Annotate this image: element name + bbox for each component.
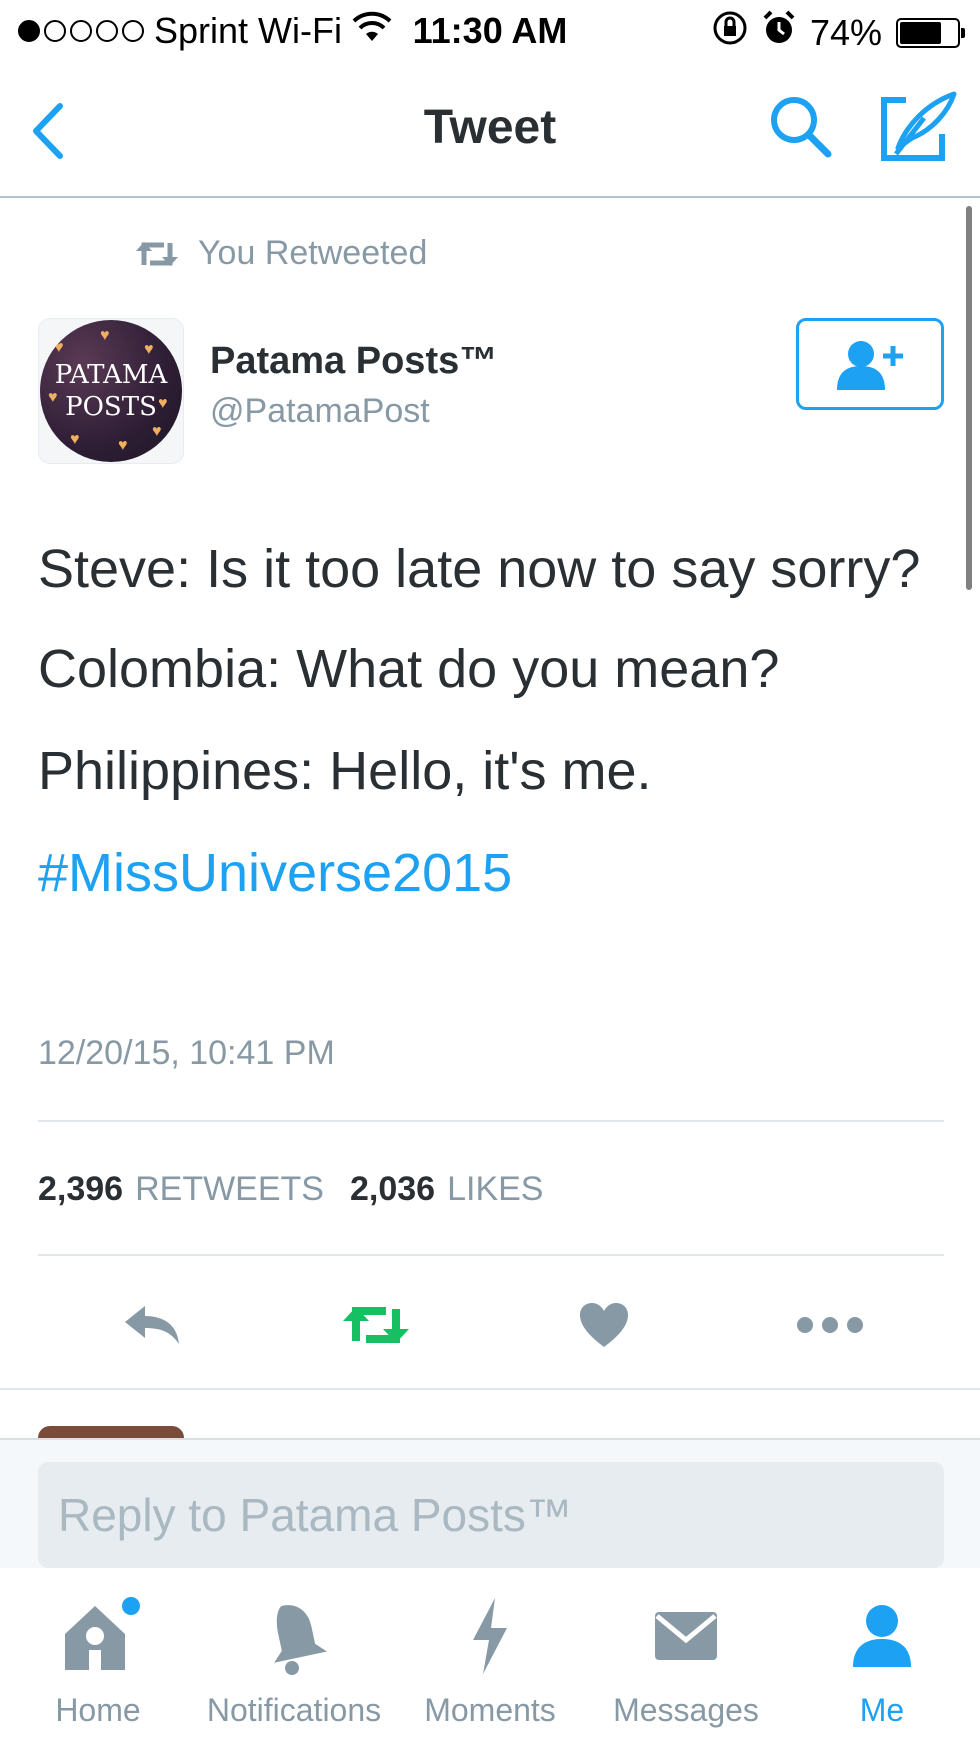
tab-label: Moments [424, 1692, 556, 1728]
tweet-line: Colombia: What do you mean? [38, 639, 780, 699]
avatar-logo-line2: POSTS [65, 392, 157, 422]
follow-button[interactable] [796, 318, 944, 410]
retweet-button[interactable] [336, 1290, 416, 1360]
retweet-icon [136, 241, 178, 266]
likes-label: LIKES [447, 1170, 544, 1208]
like-button[interactable] [564, 1290, 644, 1360]
tweet-stats: 2,396 RETWEETS 2,036 LIKES [38, 1170, 543, 1209]
tweet-actions [0, 1290, 980, 1360]
signal-dot [122, 20, 144, 42]
scroll-indicator [966, 206, 972, 590]
carrier-name: Sprint Wi-Fi [154, 10, 342, 51]
compose-icon [881, 91, 957, 161]
signal-strength [18, 20, 144, 42]
signal-dot [70, 20, 92, 42]
tab-notifications[interactable]: Notifications [196, 1570, 392, 1740]
next-tweet-peek [0, 1390, 980, 1440]
add-user-icon [837, 341, 903, 390]
tab-icon-wrap [196, 1596, 392, 1676]
more-icon [797, 1317, 863, 1333]
author-name[interactable]: Patama Posts™ [210, 340, 497, 383]
tweet-timestamp: 12/20/15, 10:41 PM [38, 1034, 335, 1072]
hashtag-link[interactable]: #MissUniverse2015 [38, 832, 938, 914]
tweet-body: Steve: Is it too late now to say sorry? … [38, 528, 938, 934]
tab-label: Messages [613, 1692, 759, 1728]
divider [38, 1254, 944, 1256]
tab-label: Me [859, 1692, 905, 1728]
tab-moments[interactable]: Moments [392, 1570, 588, 1740]
home-icon [65, 1597, 140, 1670]
battery-fill [900, 21, 942, 44]
compose-button[interactable] [876, 88, 960, 166]
likes-count: 2,036 [350, 1170, 436, 1208]
retweets-label: RETWEETS [135, 1170, 324, 1208]
retweets-count: 2,396 [38, 1170, 124, 1208]
retweet-context: You Retweeted [134, 234, 427, 273]
alarm-icon [762, 10, 796, 55]
divider [38, 1120, 944, 1122]
signal-dot [18, 20, 40, 42]
lightning-icon [473, 1598, 507, 1674]
tweet-line: Steve: Is it too late now to say sorry? [38, 539, 921, 599]
envelope-icon [655, 1612, 717, 1660]
battery-icon [896, 17, 965, 48]
tweet-line: Philippines: Hello, it's me. [38, 741, 652, 801]
reply-input[interactable] [38, 1462, 944, 1568]
heart-icon [580, 1303, 628, 1347]
search-button[interactable] [766, 92, 836, 162]
retweet-label: You Retweeted [198, 234, 428, 272]
reply-button[interactable] [112, 1290, 192, 1360]
search-icon [771, 97, 832, 158]
tab-bar: Home Notifications Moments Messages Me [0, 1570, 980, 1740]
person-icon [853, 1605, 911, 1667]
signal-dot [44, 20, 66, 42]
avatar-heart: ♥ [70, 431, 80, 448]
status-right: 74% [712, 10, 965, 55]
battery-percent: 74% [809, 11, 882, 53]
retweet-icon [343, 1307, 409, 1343]
avatar-logo-line1: PATAMA [54, 360, 168, 390]
avatar-heart: ♥ [144, 341, 154, 358]
likes-stat[interactable]: 2,036 LIKES [350, 1170, 543, 1209]
tab-label: Notifications [206, 1692, 382, 1728]
author-handle[interactable]: @PatamaPost [210, 392, 430, 431]
avatar[interactable]: ♥ ♥ ♥ ♥ ♥ ♥ ♥ ♥ PATAMA POSTS [38, 318, 184, 464]
bell-icon [274, 1605, 327, 1675]
tab-icon-wrap [0, 1596, 196, 1676]
tab-icon-wrap [784, 1596, 980, 1676]
reply-bar [0, 1438, 980, 1568]
reply-icon [125, 1306, 179, 1344]
wifi-icon [352, 10, 392, 52]
retweets-stat[interactable]: 2,396 RETWEETS [38, 1170, 324, 1209]
tab-icon-wrap [588, 1596, 784, 1676]
status-bar: Sprint Wi-Fi 11:30 AM 74% [0, 0, 980, 60]
tab-label: Home [55, 1692, 141, 1728]
avatar-heart: ♥ [152, 423, 162, 440]
rotation-lock-icon [712, 10, 748, 55]
nav-bar: Tweet [0, 64, 980, 198]
tab-messages[interactable]: Messages [588, 1570, 784, 1740]
avatar-heart: ♥ [118, 437, 128, 454]
tab-me[interactable]: Me [784, 1570, 980, 1740]
avatar-heart: ♥ [54, 339, 64, 356]
tab-icon-wrap [392, 1596, 588, 1676]
tab-home[interactable]: Home [0, 1570, 196, 1740]
signal-dot [96, 20, 118, 42]
avatar-heart: ♥ [100, 327, 110, 344]
more-button[interactable] [790, 1290, 870, 1360]
avatar-image: ♥ ♥ ♥ ♥ ♥ ♥ ♥ ♥ PATAMA POSTS [40, 320, 182, 462]
status-left: Sprint Wi-Fi [18, 10, 392, 52]
